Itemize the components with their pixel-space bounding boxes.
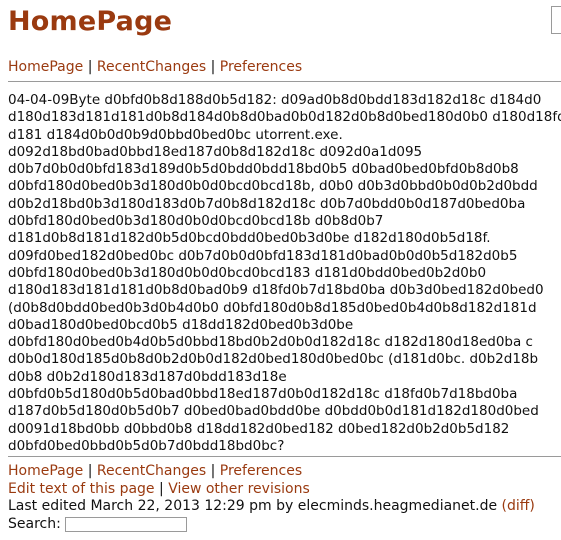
content-line: d0bfd180d0bed0b3d180d0b0d0bcd0bcd183 d18… xyxy=(8,264,487,281)
bottom-divider xyxy=(8,456,561,457)
edit-actions: Edit text of this page | View other revi… xyxy=(8,481,535,499)
content-line: d180d183d181d181d0b8d0bad0b9 d18fd0b7d18… xyxy=(8,282,544,299)
content-line: 04-04-09Byte d0bfd0b8d188d0b5d182: d09ad… xyxy=(8,92,542,108)
top-divider xyxy=(8,81,561,82)
content-line: d0bad180d0bed0bcd0b5 d18dd182d0bed0b3d0b… xyxy=(8,316,354,333)
nav-recentchanges-link[interactable]: RecentChanges xyxy=(97,59,206,75)
content-line: d0b8 d0b2d180d183d187d0bdd183d18e xyxy=(8,368,287,385)
edit-page-link[interactable]: Edit text of this page xyxy=(8,481,155,497)
search-label: Search: xyxy=(8,515,61,532)
content-line: d092d18bd0bad0bbd18ed187d0b8d182d18c d09… xyxy=(8,143,423,160)
content-line: d180d183d181d181d0b8d184d0b8d0bad0b0d182… xyxy=(8,109,561,126)
content-line: d0b2d18bd0b3d180d183d0b7d0b8d182d18c d0b… xyxy=(8,195,526,212)
content-line: d09fd0bed182d0bed0bc d0b7d0b0d0bfd183d18… xyxy=(8,247,518,264)
content-line: d0bfd180d0bed0b3d180d0b0d0bcd0bcd18b, d0… xyxy=(8,178,538,195)
content-line: d0bfd180d0bed0b3d180d0b0d0bcd0bcd18b d0b… xyxy=(8,213,384,230)
bottom-navbar: HomePage | RecentChanges | Preferences xyxy=(8,463,535,481)
content-line: (d0b8d0bdd0bed0b3d0b4d0b0 d0bfd180d0b8d1… xyxy=(8,299,537,316)
nav-separator: | xyxy=(87,463,97,479)
top-search-input[interactable] xyxy=(551,6,561,34)
content-line: d181d0b8d181d182d0b5d0bcd0bdd0bed0b3d0be… xyxy=(8,230,491,247)
content-line: d187d0b5d180d0b5d0b7 d0bed0bad0bdd0be d0… xyxy=(8,403,539,420)
nav-separator: | xyxy=(87,59,97,75)
footer-preferences-link[interactable]: Preferences xyxy=(220,463,302,479)
footer-recentchanges-link[interactable]: RecentChanges xyxy=(97,463,206,479)
content-line: d0bfd0b5d180d0b5d0bad0bbd18ed187d0b0d182… xyxy=(8,386,518,403)
search-input[interactable] xyxy=(64,516,187,532)
nav-homepage-link[interactable]: HomePage xyxy=(8,59,83,75)
footer-homepage-link[interactable]: HomePage xyxy=(8,463,83,479)
nav-preferences-link[interactable]: Preferences xyxy=(220,59,302,75)
content-line: d0bfd0bed0bbd0b5d0b7d0bdd18bd0bc? xyxy=(8,437,285,454)
page-content: 04-04-09Byte d0bfd0b8d188d0b5d182: d09ad… xyxy=(8,92,561,455)
diff-link[interactable]: (diff) xyxy=(502,498,535,514)
view-revisions-link[interactable]: View other revisions xyxy=(168,481,310,497)
last-edited-text: Last edited March 22, 2013 12:29 pm by e… xyxy=(8,498,498,514)
top-navbar: HomePage | RecentChanges | Preferences xyxy=(8,58,302,76)
search-row: Search: xyxy=(8,516,535,534)
content-line: d0091d18bd0bb d0bbd0b8 d18dd182d0bed182 … xyxy=(8,420,510,437)
content-line: d0bfd180d0bed0b4d0b5d0bbd18bd0b2d0b0d182… xyxy=(8,334,533,351)
page-title: HomePage xyxy=(8,6,173,37)
content-line: d0b0d180d185d0b8d0b2d0b0d182d0bed180d0be… xyxy=(8,351,539,368)
nav-separator: | xyxy=(210,59,220,75)
content-line: d181 d184d0b0d0b9d0bbd0bed0bc utorrent.e… xyxy=(8,126,343,143)
nav-separator: | xyxy=(159,480,169,497)
last-edited-line: Last edited March 22, 2013 12:29 pm by e… xyxy=(8,498,535,516)
nav-separator: | xyxy=(210,463,220,479)
footer: HomePage | RecentChanges | Preferences E… xyxy=(8,463,535,533)
content-line: d0b7d0b0d0bfd183d189d0b5d0bdd0bdd18bd0b5… xyxy=(8,161,519,178)
